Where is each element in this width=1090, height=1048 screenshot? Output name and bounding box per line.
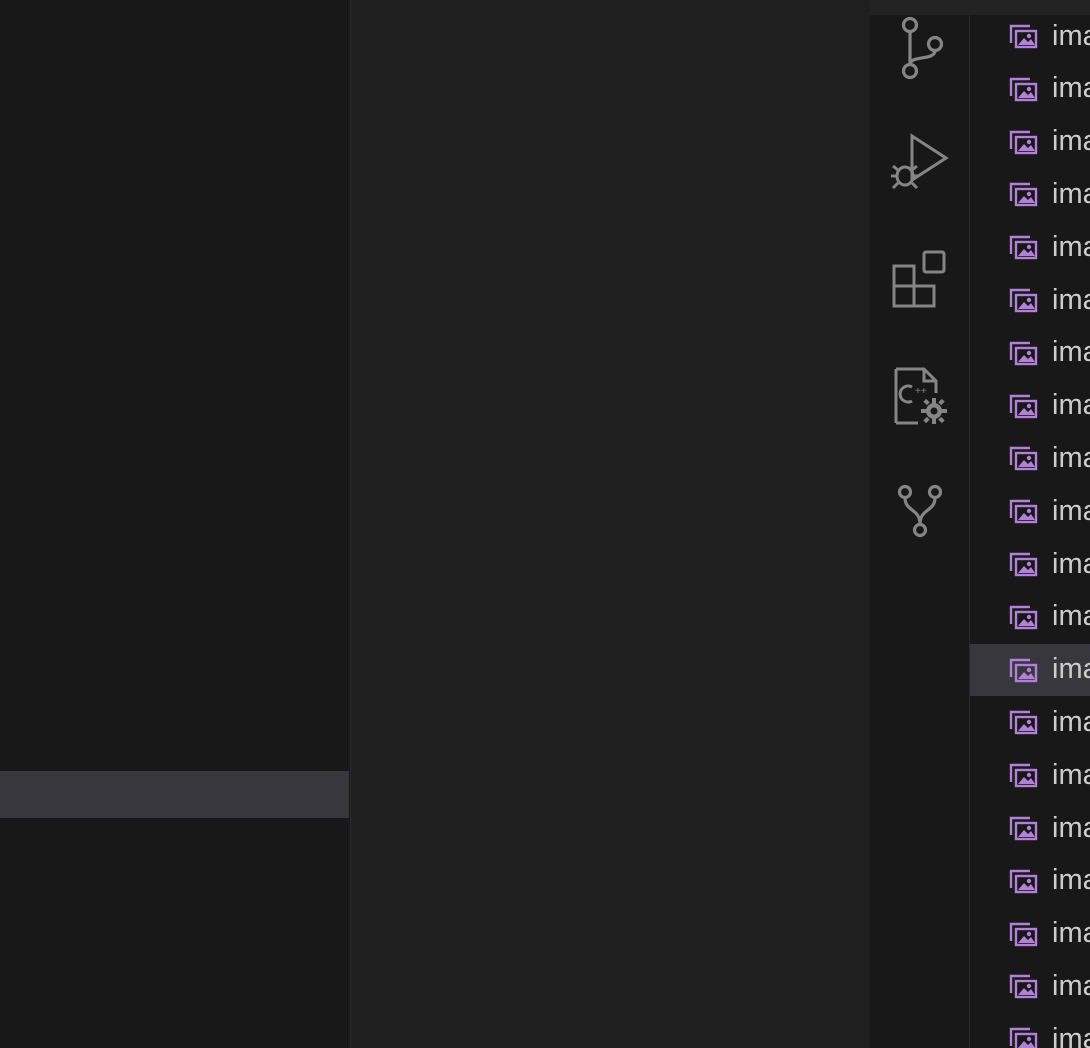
activity-item-run-debug[interactable] [870,122,970,202]
file-label: ima [1052,864,1090,897]
image-file-icon [1009,341,1038,365]
extensions-icon [892,250,946,308]
file-label: ima [1052,283,1090,316]
activity-item-cpp-config[interactable]: ++ [870,355,970,435]
file-label: ima [1052,125,1090,158]
file-label: ima [1052,72,1090,105]
image-file-icon [1009,130,1038,154]
file-row[interactable]: ima [970,63,1090,115]
file-row[interactable]: ima [970,168,1090,220]
image-file-icon [1009,869,1038,893]
cpp-config-icon: ++ [894,367,947,425]
run-and-debug-icon [891,133,949,190]
file-label: ima [1052,177,1090,210]
image-file-icon [1009,447,1038,471]
file-label: ima [1052,547,1090,580]
file-label: ima [1052,389,1090,422]
file-row[interactable]: ima [970,696,1090,748]
file-row[interactable]: ima [970,643,1090,696]
file-row[interactable]: ima [970,591,1090,643]
image-file-icon [1009,605,1038,629]
file-label: ima [1052,19,1090,52]
file-label: ima [1052,230,1090,263]
editor-area[interactable] [351,0,870,1048]
activity-item-git-graph[interactable] [870,470,970,550]
svg-text:++: ++ [915,386,927,397]
file-label: ima [1052,600,1090,633]
activity-item-extensions[interactable] [870,238,970,318]
image-file-icon [1009,552,1038,577]
file-label: ima [1052,441,1090,474]
file-row[interactable]: ima [970,327,1090,379]
image-file-icon [1009,235,1038,260]
image-file-icon [1009,711,1038,735]
file-row[interactable]: ima [970,274,1090,326]
left-panel [0,0,350,1048]
file-row[interactable]: ima [970,116,1090,168]
file-label: ima [1052,917,1090,950]
image-file-icon [1009,922,1038,946]
git-graph-icon [897,484,943,538]
image-file-icon [1009,763,1038,788]
image-file-icon [1009,658,1038,682]
file-row[interactable]: ima [970,855,1090,907]
file-label: ima [1052,653,1090,686]
image-file-icon [1009,816,1038,841]
file-row[interactable]: ima [970,15,1090,62]
image-file-icon [1009,183,1038,207]
image-file-icon [1009,975,1038,999]
vscode-window: ++ im im im im im im im im im im im im i… [0,0,1090,1048]
explorer-file-list: ima ima ima ima ima ima ima ima ima ima ima ima ima i… [970,15,1090,1048]
file-label: ima [1052,969,1090,1002]
file-row[interactable]: ima [970,538,1090,590]
file-row[interactable]: ima [970,1013,1090,1048]
image-file-icon [1009,77,1038,101]
file-row[interactable]: ima [970,749,1090,801]
file-row[interactable]: ima [970,802,1090,854]
file-label: ima [1052,758,1090,791]
image-file-icon [1009,499,1038,524]
image-file-icon [1009,288,1038,313]
source-control-icon [901,16,944,80]
file-label: ima [1052,811,1090,844]
file-row[interactable]: ima [970,960,1090,1012]
image-file-icon [1009,24,1038,49]
file-label: ima [1052,1022,1090,1048]
file-row[interactable]: ima [970,908,1090,960]
left-panel-selected-row[interactable] [0,771,349,818]
file-row[interactable]: ima [970,380,1090,432]
file-label: ima [1052,705,1090,738]
image-file-icon [1009,1027,1038,1048]
file-label: ima [1052,494,1090,527]
file-row[interactable]: ima [970,485,1090,537]
file-row[interactable]: ima [970,221,1090,273]
file-label: ima [1052,336,1090,369]
file-row[interactable]: ima [970,432,1090,484]
activity-item-source-control[interactable] [870,6,970,86]
image-file-icon [1009,394,1038,418]
